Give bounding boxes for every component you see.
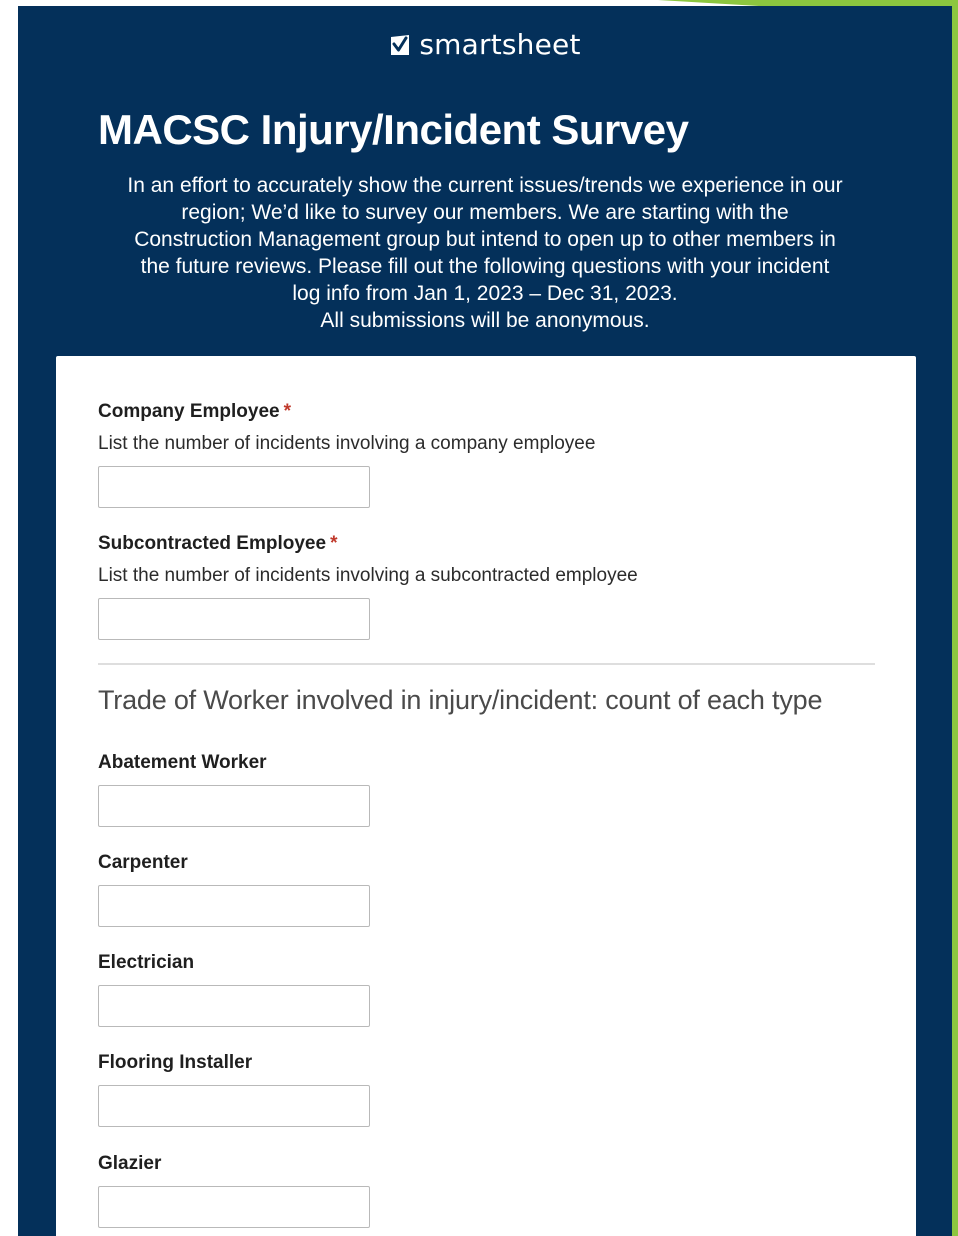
electrician-input[interactable] (98, 985, 370, 1027)
subcontracted-employee-label: Subcontracted Employee * (98, 532, 638, 556)
company-employee-label: Company Employee * (98, 400, 595, 424)
required-asterisk: * (330, 533, 338, 554)
form-description-line: In an effort to accurately show the curr… (127, 174, 843, 197)
trade-field-abatement-worker: Abatement Worker (98, 751, 370, 827)
trade-label: Flooring Installer (98, 1052, 253, 1073)
brand-logo: smartsheet (18, 28, 952, 61)
glazier-input[interactable] (98, 1186, 370, 1228)
subcontracted-employee-input[interactable] (98, 598, 370, 640)
trade-label: Electrician (98, 952, 195, 973)
trade-label: Abatement Worker (98, 752, 267, 773)
company-employee-field: Company Employee * List the number of inc… (98, 400, 595, 508)
form-description-line: the future reviews. Please fill out the … (140, 255, 830, 278)
form-card: Company Employee * List the number of inc… (56, 356, 916, 1236)
trade-field-glazier: Glazier (98, 1152, 370, 1228)
form-description-line: log info from Jan 1, 2023 – Dec 31, 2023… (292, 282, 678, 305)
carpenter-input[interactable] (98, 885, 370, 927)
trade-label: Glazier (98, 1153, 162, 1174)
subcontracted-employee-label-text: Subcontracted Employee (98, 533, 327, 554)
form-page: smartsheet MACSC Injury/Incident Survey … (18, 6, 952, 1236)
company-employee-input[interactable] (98, 466, 370, 508)
form-description-line: All submissions will be anonymous. (320, 309, 650, 332)
form-title: MACSC Injury/Incident Survey (98, 106, 689, 153)
flooring-installer-input[interactable] (98, 1085, 370, 1127)
trade-field-flooring-installer: Flooring Installer (98, 1051, 370, 1127)
smartsheet-check-logo-icon (391, 34, 410, 55)
form-description: In an effort to accurately show the curr… (88, 172, 882, 334)
required-asterisk: * (283, 401, 292, 422)
company-employee-label-text: Company Employee (98, 401, 280, 422)
form-description-line: Construction Management group but intend… (134, 228, 836, 251)
trade-field-electrician: Electrician (98, 951, 370, 1027)
section-divider (98, 663, 875, 665)
trade-section-heading: Trade of Worker involved in injury/incid… (98, 685, 823, 715)
company-employee-help: List the number of incidents involving a… (98, 433, 596, 454)
form-description-line: region; We’d like to survey our members.… (181, 201, 789, 224)
brand-name: smartsheet (419, 28, 581, 61)
subcontracted-employee-help: List the number of incidents involving a… (98, 565, 638, 586)
trade-label: Carpenter (98, 852, 188, 873)
abatement-worker-input[interactable] (98, 785, 370, 827)
subcontracted-employee-field: Subcontracted Employee * List the number … (98, 532, 638, 640)
trade-field-carpenter: Carpenter (98, 851, 370, 927)
